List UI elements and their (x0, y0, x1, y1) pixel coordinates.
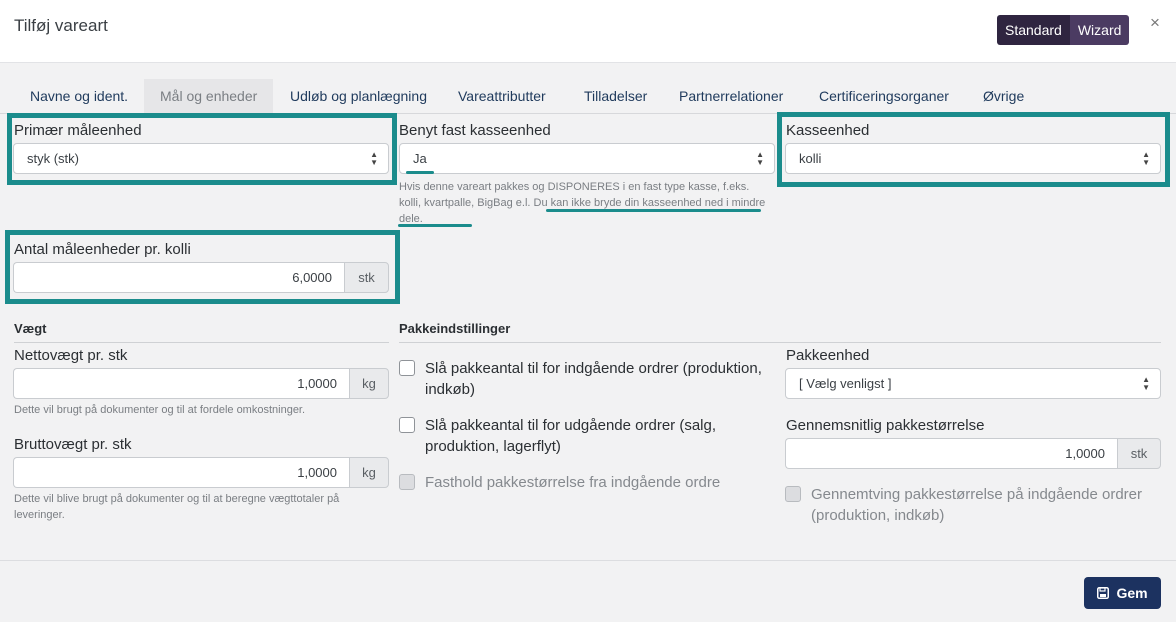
net-weight-help: Dette vil brugt på dokumenter og til at … (14, 404, 306, 416)
tab-other[interactable]: Øvrige (967, 79, 1040, 113)
dialog-header: Tilføj vareart Standard Wizard × (0, 0, 1176, 63)
tab-bar: Navne og ident. Mål og enheder Udløb og … (0, 79, 1176, 114)
keep-size-label: Fasthold pakkestørrelse fra indgående or… (425, 474, 721, 491)
select-arrows-icon: ▲ ▼ (756, 149, 764, 167)
underline-help-2 (398, 224, 472, 227)
packing-option-inbound[interactable]: Slå pakkeantal til for indgående ordrer … (399, 358, 769, 400)
packing-divider (399, 342, 1161, 343)
packing-option-keep-size: Fasthold pakkestørrelse fra indgående or… (399, 472, 769, 493)
force-package-checkbox (785, 486, 801, 502)
gross-weight-unit: kg (349, 457, 389, 488)
avg-package-label: Gennemsnitlig pakkestørrelse (786, 417, 985, 434)
avg-package-group: 1,0000 stk (785, 438, 1161, 469)
gross-weight-group: 1,0000 kg (13, 457, 389, 488)
wizard-mode-button[interactable]: Wizard (1069, 15, 1130, 45)
save-label: Gem (1116, 585, 1148, 601)
keep-size-checkbox (399, 474, 415, 490)
highlight-units-per-case (5, 230, 400, 304)
tab-attributes[interactable]: Vareattributter (442, 79, 562, 113)
net-weight-unit: kg (349, 368, 389, 399)
net-weight-label: Nettovægt pr. stk (14, 347, 128, 364)
net-weight-input[interactable]: 1,0000 (13, 368, 349, 399)
close-icon[interactable]: × (1150, 13, 1160, 33)
underline-help-1 (546, 209, 761, 212)
underline-ja (406, 171, 434, 174)
tab-expiry[interactable]: Udløb og planlægning (274, 79, 443, 113)
gross-weight-help: Dette vil blive brugt på dokumenter og t… (14, 493, 340, 521)
package-unit-label: Pakkeenhed (786, 347, 870, 364)
fixed-case-label: Benyt fast kasseenhed (399, 122, 551, 139)
inbound-label: Slå pakkeantal til for indgående ordrer … (425, 360, 762, 398)
tab-names[interactable]: Navne og ident. (14, 79, 144, 113)
highlight-primary-unit (7, 113, 397, 185)
packing-option-outbound[interactable]: Slå pakkeantal til for udgående ordrer (… (399, 415, 769, 457)
tab-partners[interactable]: Partnerrelationer (663, 79, 799, 113)
outbound-label: Slå pakkeantal til for udgående ordrer (… (425, 417, 717, 455)
standard-mode-button[interactable]: Standard (997, 15, 1070, 45)
tab-measures[interactable]: Mål og enheder (144, 79, 274, 113)
gross-weight-input[interactable]: 1,0000 (13, 457, 349, 488)
weight-section-title: Vægt (14, 321, 47, 336)
packing-section-title: Pakkeindstillinger (399, 321, 511, 336)
inbound-checkbox[interactable] (399, 360, 415, 376)
tab-certification[interactable]: Certificeringsorganer (803, 79, 965, 113)
save-button[interactable]: Gem (1084, 577, 1161, 609)
net-weight-group: 1,0000 kg (13, 368, 389, 399)
fixed-case-select[interactable]: Ja ▲ ▼ (399, 143, 775, 174)
select-arrows-icon: ▲ ▼ (1142, 374, 1150, 392)
force-package-label: Gennemtving pakkestørrelse på indgående … (811, 486, 1143, 524)
floppy-disk-icon (1097, 587, 1110, 599)
weight-divider (14, 342, 389, 343)
avg-package-input[interactable]: 1,0000 (785, 438, 1117, 469)
footer-divider (0, 560, 1176, 561)
avg-package-unit: stk (1117, 438, 1161, 469)
gross-weight-label: Bruttovægt pr. stk (14, 436, 132, 453)
package-unit-value: [ Vælg venligst ] (799, 376, 892, 391)
outbound-checkbox[interactable] (399, 417, 415, 433)
fixed-case-help: Hvis denne vareart pakkes og DISPONERES … (399, 181, 766, 225)
force-package-option: Gennemtving pakkestørrelse på indgående … (785, 484, 1161, 526)
dialog-title: Tilføj vareart (14, 16, 108, 35)
fixed-case-value: Ja (413, 151, 427, 166)
mode-switch: Standard Wizard (997, 15, 1130, 45)
tab-permissions[interactable]: Tilladelser (568, 79, 663, 113)
highlight-case-unit (777, 112, 1170, 187)
package-unit-select[interactable]: [ Vælg venligst ] ▲ ▼ (785, 368, 1161, 399)
